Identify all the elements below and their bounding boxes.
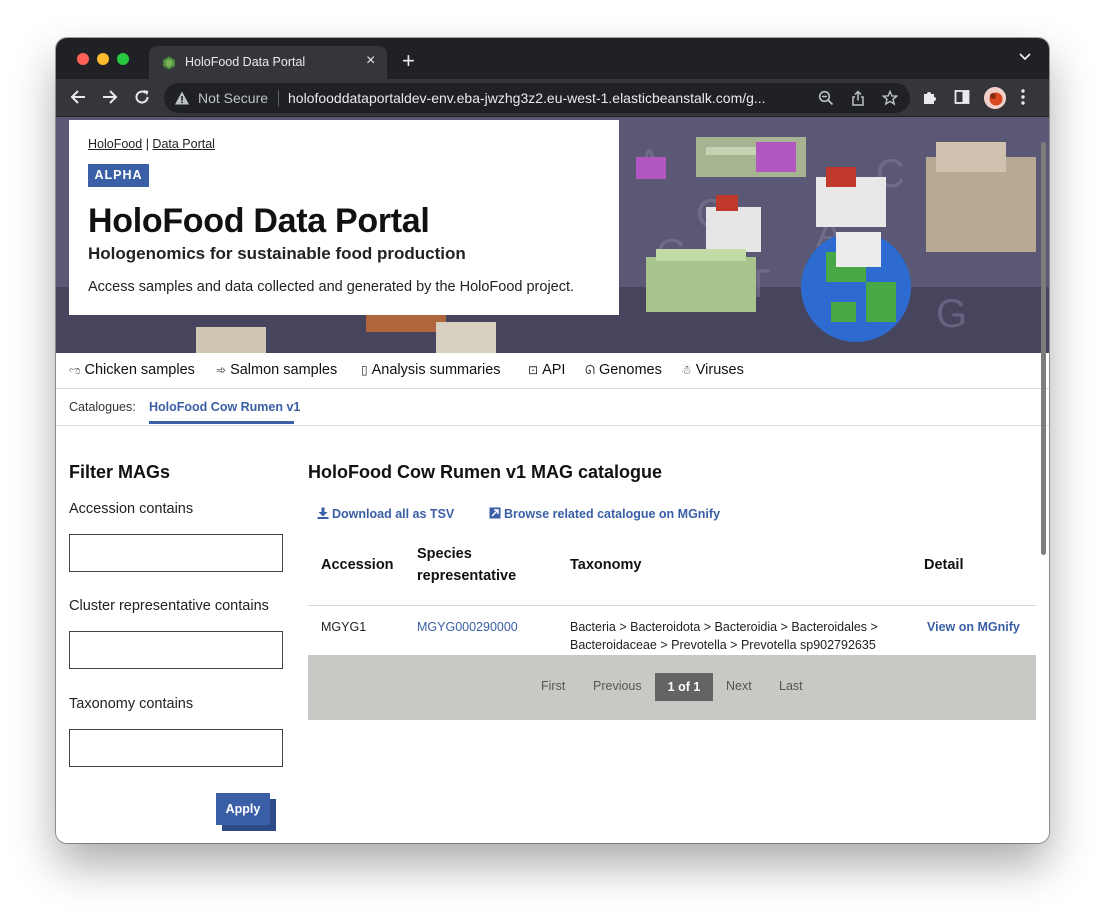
pagination-last[interactable]: Last — [779, 679, 803, 693]
column-header-species-line2: representative — [417, 568, 517, 584]
nav-genomes-label: Genomes — [598, 362, 662, 378]
hero-card: HoloFood | Data Portal ALPHA HoloFood Da… — [69, 120, 619, 315]
pagination-first[interactable]: First — [541, 679, 565, 693]
address-bar[interactable]: Not Secure holofooddataportaldev-env.eba… — [164, 83, 910, 113]
nav-api[interactable]: ⊡ API — [528, 362, 565, 378]
nav-chicken-samples-label: Chicken samples — [84, 362, 195, 378]
tab-strip: HoloFood Data Portal × + — [56, 38, 1049, 79]
extensions-puzzle-icon[interactable] — [921, 88, 939, 106]
profile-picture-icon — [984, 87, 1006, 109]
cell-taxonomy-line2: Bacteroidaceae > Prevotella > Prevotella… — [570, 638, 876, 652]
page-scrollbar[interactable] — [1041, 142, 1046, 555]
cell-taxonomy: Bacteria > Bacteroidota > Bacteroidia > … — [570, 618, 878, 654]
close-tab-icon[interactable]: × — [366, 53, 375, 69]
cell-taxonomy-line1: Bacteria > Bacteroidota > Bacteroidia > … — [570, 620, 878, 634]
back-arrow-icon[interactable] — [69, 88, 87, 106]
taxonomy-filter-label: Taxonomy contains — [69, 696, 194, 712]
more-options-icon[interactable] — [1020, 88, 1026, 106]
catalogue-heading: HoloFood Cow Rumen v1 MAG catalogue — [308, 462, 663, 482]
cell-accession: MGYG1 — [321, 620, 367, 634]
bookmark-star-icon[interactable] — [882, 90, 898, 106]
nav-viruses-label: Viruses — [695, 362, 744, 378]
accession-filter-input[interactable] — [69, 534, 283, 572]
column-header-taxonomy: Taxonomy — [570, 557, 642, 573]
fish-icon: ➾ — [216, 363, 227, 377]
tab-title: HoloFood Data Portal — [185, 55, 306, 69]
browser-toolbar: Not Secure holofooddataportaldev-env.eba… — [56, 79, 1049, 117]
active-tab-indicator — [149, 421, 294, 424]
browser-tab[interactable]: HoloFood Data Portal × — [149, 46, 387, 79]
chicken-icon: ಌ — [69, 363, 81, 377]
catalogue-tabs: Catalogues: HoloFood Cow Rumen v1 — [56, 389, 1049, 426]
page-title: HoloFood Data Portal — [88, 202, 430, 240]
holofood-favicon-icon — [163, 56, 175, 70]
profile-avatar[interactable] — [984, 87, 1006, 109]
column-header-species: Species representative — [417, 543, 516, 587]
hero-banner: GCT AGT CA — [56, 117, 1049, 353]
warning-icon[interactable] — [174, 90, 190, 106]
book-icon: ▯ — [361, 363, 368, 377]
page-content: GCT AGT CA — [56, 117, 1049, 843]
column-header-detail: Detail — [924, 557, 964, 573]
zoom-window-button[interactable] — [117, 53, 129, 65]
dna-icon: ᘏ — [585, 363, 595, 377]
pagination-current-page: 1 of 1 — [655, 673, 713, 701]
column-header-species-line1: Species — [417, 546, 472, 562]
column-header-accession: Accession — [321, 557, 394, 573]
browse-mgnify-link[interactable]: Browse related catalogue on MGnify — [489, 507, 720, 521]
terminal-icon: ⊡ — [528, 363, 539, 377]
filter-title: Filter MAGs — [69, 462, 171, 482]
browse-mgnify-label: Browse related catalogue on MGnify — [504, 507, 721, 521]
external-link-icon — [489, 507, 501, 519]
taxonomy-filter-input[interactable] — [69, 729, 283, 767]
side-panel-icon[interactable] — [953, 88, 971, 106]
share-icon[interactable] — [850, 90, 866, 106]
alpha-badge: ALPHA — [88, 164, 149, 187]
download-tsv-label: Download all as TSV — [332, 507, 455, 521]
security-status[interactable]: Not Secure — [198, 90, 268, 106]
browser-window: HoloFood Data Portal × + Not Secure holo… — [56, 38, 1049, 843]
reload-icon[interactable] — [133, 88, 151, 106]
header-divider — [308, 605, 1036, 606]
cluster-filter-label: Cluster representative contains — [69, 598, 269, 614]
main-navigation: ಌ Chicken samples ➾ Salmon samples ▯ Analys… — [56, 353, 1049, 389]
url-text[interactable]: holofooddataportaldev-env.eba-jwzhg3z2.e… — [288, 90, 806, 106]
new-tab-icon[interactable]: + — [402, 50, 415, 72]
cluster-filter-input[interactable] — [69, 631, 283, 669]
zoom-out-icon[interactable] — [818, 90, 834, 106]
virus-icon: ☃ — [681, 363, 692, 377]
close-window-button[interactable] — [77, 53, 89, 65]
pagination-next[interactable]: Next — [726, 679, 752, 693]
nav-analysis-summaries[interactable]: ▯ Analysis summaries — [361, 362, 501, 378]
view-on-mgnify-link[interactable]: View on MGnify — [927, 618, 1020, 636]
page-subtitle: Hologenomics for sustainable food produc… — [88, 244, 466, 263]
catalogues-label: Catalogues: — [69, 400, 136, 414]
breadcrumb: HoloFood | Data Portal — [88, 137, 215, 151]
nav-salmon-samples-label: Salmon samples — [230, 362, 338, 378]
pagination-previous[interactable]: Previous — [593, 679, 642, 693]
minimize-window-button[interactable] — [97, 53, 109, 65]
forward-arrow-icon[interactable] — [101, 88, 119, 106]
download-icon — [317, 507, 329, 519]
nav-viruses[interactable]: ☃ Viruses — [681, 362, 744, 378]
address-divider — [278, 90, 279, 106]
nav-api-label: API — [542, 362, 566, 378]
svg-text:G: G — [936, 292, 967, 336]
pagination: First Previous 1 of 1 Next Last — [308, 655, 1036, 720]
cell-species-link[interactable]: MGYG000290000 — [417, 618, 518, 636]
accession-filter-label: Accession contains — [69, 501, 194, 517]
nav-chicken-samples[interactable]: ಌ Chicken samples — [69, 362, 195, 378]
breadcrumb-separator: | — [145, 137, 149, 151]
page-description: Access samples and data collected and ge… — [88, 279, 575, 295]
download-tsv-link[interactable]: Download all as TSV — [317, 507, 454, 521]
tab-search-chevron-icon[interactable] — [1018, 52, 1032, 62]
nav-genomes[interactable]: ᘏ Genomes — [585, 362, 662, 378]
nav-salmon-samples[interactable]: ➾ Salmon samples — [216, 362, 337, 378]
apply-button[interactable]: Apply — [216, 793, 270, 825]
tab-holofood-cow-rumen-v1[interactable]: HoloFood Cow Rumen v1 — [149, 400, 300, 414]
nav-analysis-summaries-label: Analysis summaries — [371, 362, 501, 378]
breadcrumb-data-portal-link[interactable]: Data Portal — [152, 137, 215, 151]
breadcrumb-holofood-link[interactable]: HoloFood — [88, 137, 142, 151]
